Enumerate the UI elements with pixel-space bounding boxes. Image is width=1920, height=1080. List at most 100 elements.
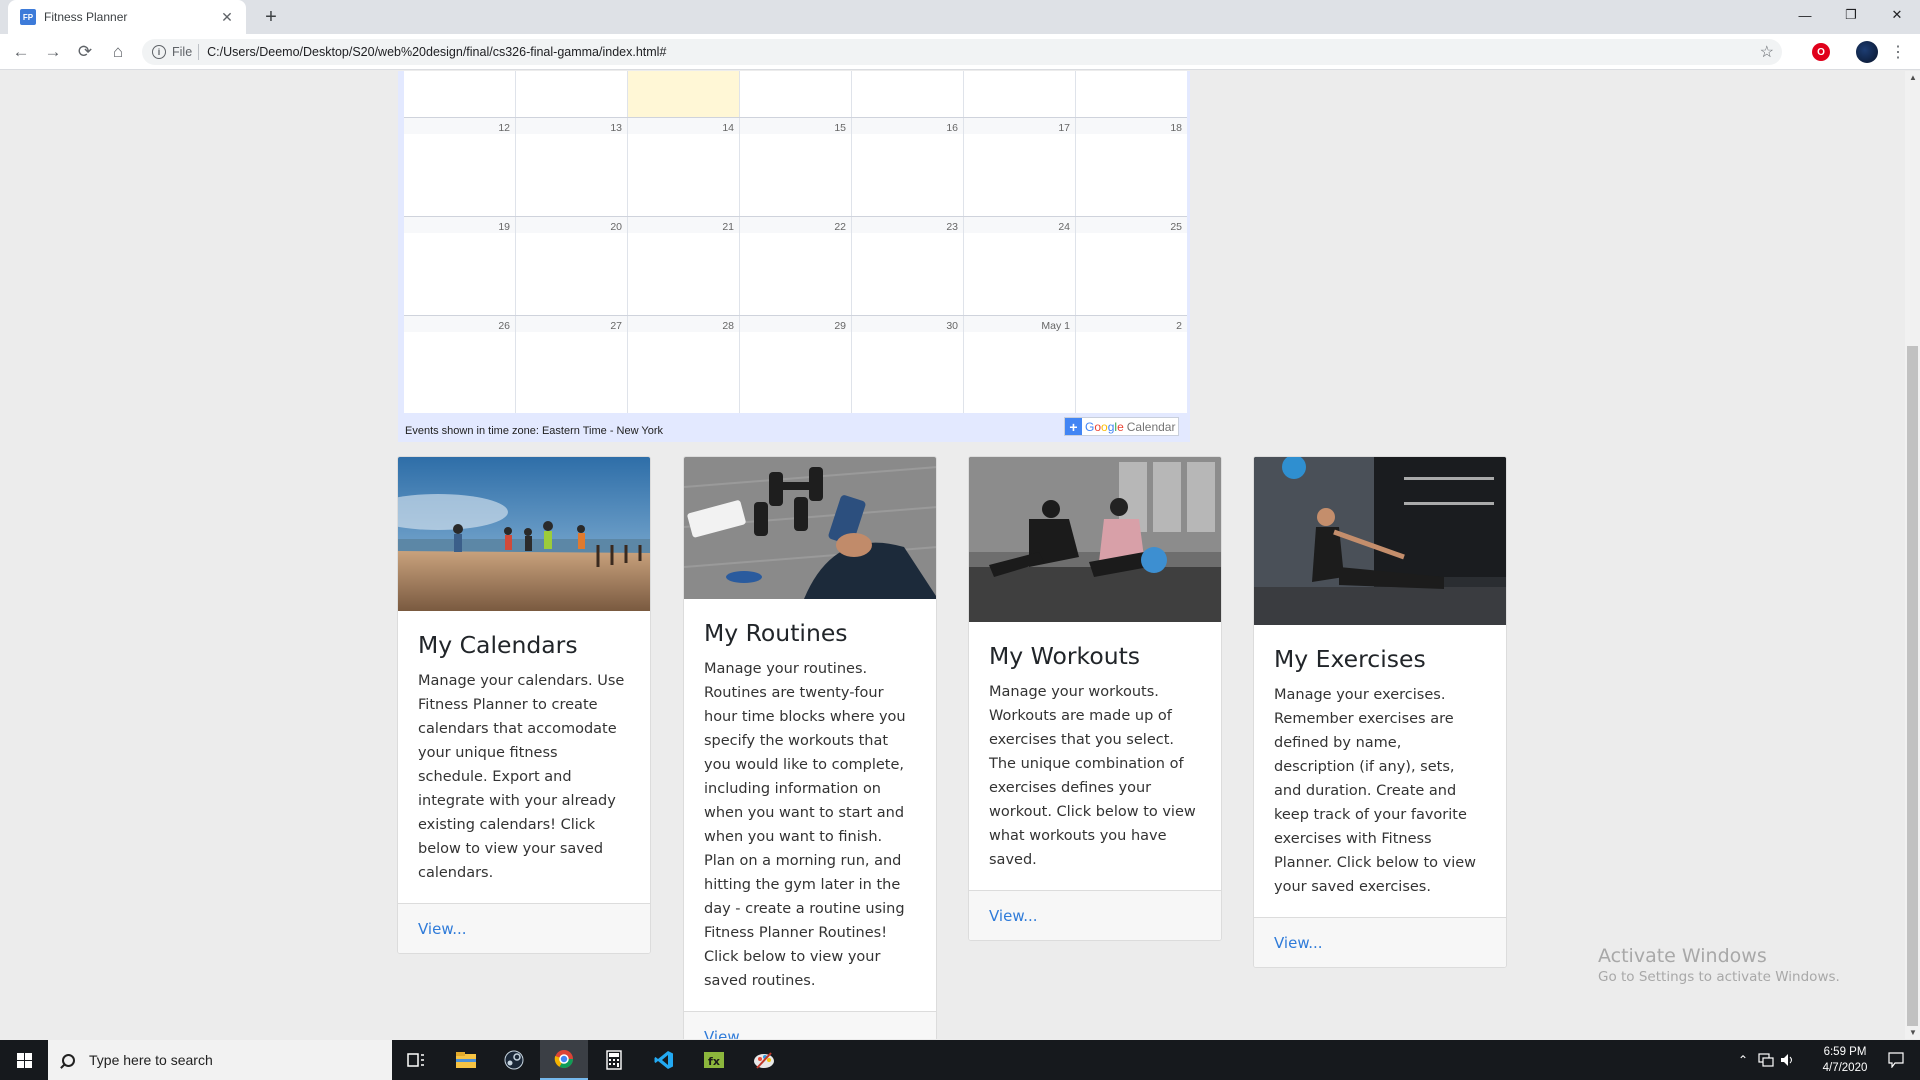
profile-avatar[interactable]	[1856, 41, 1878, 63]
card-title: My Workouts	[989, 642, 1141, 670]
scroll-up-arrow-icon[interactable]: ▲	[1909, 73, 1917, 82]
calendar-day-cell[interactable]: 22	[740, 217, 852, 315]
calendar-day-number[interactable]: 12	[498, 122, 510, 134]
calendar-day-cell[interactable]: 23	[852, 217, 964, 315]
calendar-day-cell[interactable]: 30	[852, 316, 964, 413]
calendar-day-number[interactable]: 19	[498, 221, 510, 233]
home-icon[interactable]: ⌂	[106, 40, 130, 64]
calendar-day-cell[interactable]: 26	[404, 316, 516, 413]
calendar-day-cell[interactable]	[964, 71, 1076, 117]
action-center-icon[interactable]	[1872, 1040, 1920, 1080]
calendar-day-cell[interactable]: 16	[852, 118, 964, 216]
calendar-day-cell[interactable]	[852, 71, 964, 117]
calendar-day-number[interactable]: 16	[946, 122, 958, 134]
spreadsheet-app-icon[interactable]: fx	[690, 1040, 738, 1080]
calendar-day-cell[interactable]: 21	[628, 217, 740, 315]
restore-window-button[interactable]: ❐	[1828, 0, 1874, 30]
browser-tab[interactable]: FP Fitness Planner ✕	[8, 0, 246, 34]
calendar-day-number[interactable]: 21	[722, 221, 734, 233]
show-hidden-icons-chevron-icon[interactable]: ⌃	[1734, 1040, 1752, 1080]
calendar-day-number[interactable]: 27	[610, 320, 622, 332]
start-button[interactable]	[0, 1040, 48, 1080]
calendar-day-number[interactable]: 29	[834, 320, 846, 332]
calendar-day-number[interactable]: 25	[1170, 221, 1182, 233]
bookmark-star-icon[interactable]: ☆	[1760, 42, 1774, 62]
calendar-day-cell[interactable]: 18	[1076, 118, 1187, 216]
calculator-icon[interactable]	[590, 1040, 638, 1080]
calendar-day-cell[interactable]: 29	[740, 316, 852, 413]
taskbar-clock[interactable]: 6:59 PM 4/7/2020	[1810, 1044, 1880, 1076]
calendar-day-cell[interactable]: 12	[404, 118, 516, 216]
gym-stretching-image	[1254, 457, 1506, 625]
calendar-day-cell[interactable]: 15	[740, 118, 852, 216]
calendar-day-cell[interactable]: 28	[628, 316, 740, 413]
calendar-day-number[interactable]: 18	[1170, 122, 1182, 134]
close-window-button[interactable]: ✕	[1874, 0, 1920, 30]
page-scrollbar[interactable]: ▲ ▼	[1905, 71, 1920, 1039]
file-explorer-icon[interactable]	[442, 1040, 490, 1080]
scroll-down-arrow-icon[interactable]: ▼	[1909, 1028, 1917, 1037]
tab-strip: FP Fitness Planner ✕ + — ❐ ✕	[0, 0, 1920, 34]
back-arrow-icon[interactable]: ←	[9, 40, 33, 64]
reload-icon[interactable]: ⟳	[73, 40, 97, 64]
clock-date: 4/7/2020	[1822, 1062, 1868, 1074]
card-description: Manage your calendars. Use Fitness Plann…	[418, 673, 625, 881]
vscode-icon[interactable]	[640, 1040, 688, 1080]
calendar-day-cell[interactable]: 2	[1076, 316, 1187, 413]
calendar-day-cell[interactable]: 19	[404, 217, 516, 315]
opera-extension-icon[interactable]: O	[1812, 43, 1830, 61]
view-workouts-link[interactable]: View...	[989, 907, 1038, 925]
calendar-day-number[interactable]: 28	[722, 320, 734, 332]
calendar-day-cell[interactable]	[516, 71, 628, 117]
calendar-day-cell[interactable]	[1076, 71, 1187, 117]
calendar-day-cell[interactable]: 24	[964, 217, 1076, 315]
volume-icon[interactable]	[1778, 1040, 1798, 1080]
calendar-day-number[interactable]: May 1	[1041, 320, 1070, 332]
card-footer: View...	[398, 903, 650, 953]
calendar-day-number[interactable]: 2	[1176, 320, 1182, 332]
search-placeholder: Type here to search	[89, 1052, 213, 1068]
activate-windows-watermark: Activate Windows Go to Settings to activ…	[1598, 945, 1840, 985]
taskbar-search-box[interactable]: Type here to search	[48, 1040, 392, 1080]
calendar-day-number[interactable]: 15	[834, 122, 846, 134]
google-calendar-badge[interactable]: + Google Calendar	[1064, 417, 1180, 436]
calendar-day-number[interactable]: 13	[610, 122, 622, 134]
task-view-icon[interactable]	[392, 1040, 440, 1080]
calendar-day-number[interactable]: 24	[1058, 221, 1070, 233]
calendar-day-cell[interactable]: 14	[628, 118, 740, 216]
calendar-day-cell[interactable]	[404, 71, 516, 117]
address-bar[interactable]: i File C:/Users/Deemo/Desktop/S20/web%20…	[142, 39, 1782, 65]
calendar-day-cell[interactable]	[628, 71, 740, 117]
network-icon[interactable]	[1756, 1040, 1776, 1080]
card-footer: View...	[969, 890, 1221, 940]
calendar-day-cell[interactable]: 25	[1076, 217, 1187, 315]
calendar-day-number[interactable]: 14	[722, 122, 734, 134]
calendar-day-cell[interactable]: 13	[516, 118, 628, 216]
close-tab-icon[interactable]: ✕	[218, 9, 236, 26]
steam-icon[interactable]	[490, 1040, 538, 1080]
scrollbar-thumb[interactable]	[1907, 346, 1918, 1026]
calendar-day-cell[interactable]	[740, 71, 852, 117]
calendar-day-number[interactable]: 30	[946, 320, 958, 332]
site-info-icon[interactable]: i	[152, 45, 166, 59]
calendar-day-cell[interactable]: 17	[964, 118, 1076, 216]
calendar-day-cell[interactable]: May 1	[964, 316, 1076, 413]
calendar-day-number[interactable]: 26	[498, 320, 510, 332]
calendar-day-number[interactable]: 23	[946, 221, 958, 233]
view-exercises-link[interactable]: View...	[1274, 934, 1323, 952]
new-tab-button[interactable]: +	[258, 4, 284, 30]
paint-app-icon[interactable]	[740, 1040, 788, 1080]
view-calendars-link[interactable]: View...	[418, 920, 467, 938]
calendar-day-cell[interactable]: 20	[516, 217, 628, 315]
url-text[interactable]: C:/Users/Deemo/Desktop/S20/web%20design/…	[207, 45, 666, 59]
browser-menu-icon[interactable]: ⋮	[1890, 42, 1906, 62]
calendar-day-number[interactable]: 17	[1058, 122, 1070, 134]
card-my-routines: My Routines Manage your routines. Routin…	[683, 456, 937, 1039]
minimize-window-button[interactable]: —	[1782, 0, 1828, 30]
calendar-day-number[interactable]: 20	[610, 221, 622, 233]
chrome-icon[interactable]	[540, 1040, 588, 1080]
calendar-day-number[interactable]: 22	[834, 221, 846, 233]
view-routines-link[interactable]: View...	[704, 1028, 753, 1040]
calendar-day-cell[interactable]: 27	[516, 316, 628, 413]
forward-arrow-icon[interactable]: →	[41, 40, 65, 64]
